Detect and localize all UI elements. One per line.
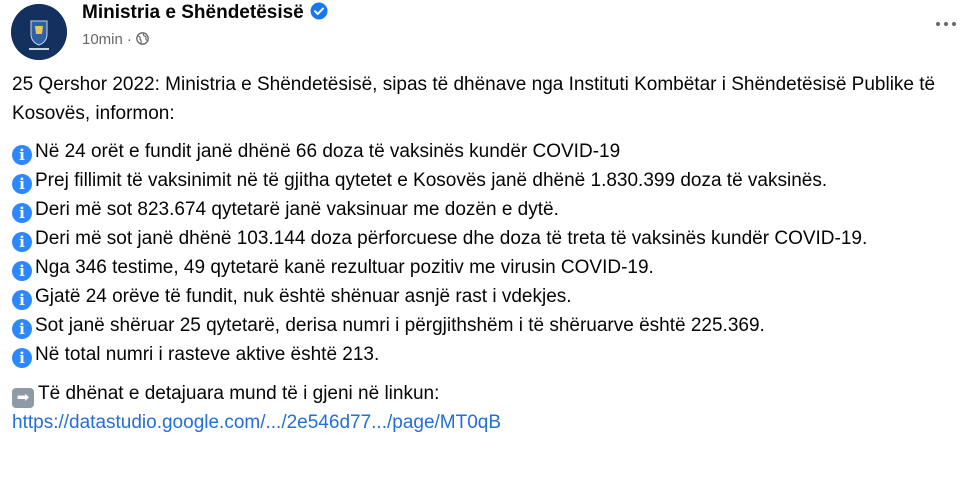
more-dot (936, 22, 940, 26)
meta-separator: · (126, 31, 132, 48)
list-item-text: Në total numri i rasteve aktive është 21… (35, 344, 380, 365)
list-item: i Sot janë shëruar 25 qytetarë, derisa nu… (12, 311, 972, 340)
list-item: i Në 24 orët e fundit janë dhënë 66 doza … (12, 137, 972, 166)
information-icon: i (12, 261, 32, 281)
list-item-text: Gjatë 24 orëve të fundit, nuk është shën… (35, 286, 572, 307)
information-icon: i (12, 203, 32, 223)
information-icon: i (12, 232, 32, 252)
information-icon: i (12, 145, 32, 165)
link-line: https://datastudio.google.com/.../2e546d… (12, 408, 972, 437)
list-item: i Deri më sot janë dhënë 103.144 doza për… (12, 224, 972, 253)
list-item: i Gjatë 24 orëve të fundit, nuk është shë… (12, 282, 972, 311)
post-body: 25 Qershor 2022: Ministria e Shëndetësis… (12, 70, 972, 437)
list-item-text: Deri më sot 823.674 qytetarë janë vaksin… (35, 199, 559, 220)
more-options-button[interactable] (928, 12, 964, 36)
list-item-text: Sot janë shëruar 25 qytetarë, derisa num… (35, 315, 765, 336)
page-name-text[interactable]: Ministria e Shëndetësisë (82, 2, 304, 23)
more-dot (944, 22, 948, 26)
information-icon: i (12, 290, 32, 310)
information-icon: i (12, 174, 32, 194)
list-item-text: Deri më sot janë dhënë 103.144 doza përf… (35, 228, 868, 249)
post-time[interactable]: 10min (82, 31, 123, 48)
post-meta: 10min · (82, 30, 149, 50)
list-item: i Prej fillimit të vaksinimit në të gjith… (12, 166, 972, 195)
datastudio-link[interactable]: https://datastudio.google.com/.../2e546d… (12, 412, 501, 433)
post-intro: 25 Qershor 2022: Ministria e Shëndetësis… (12, 74, 936, 124)
information-icon: i (12, 319, 32, 339)
globe-icon[interactable] (136, 32, 149, 45)
list-item-text: Në 24 orët e fundit janë dhënë 66 doza t… (35, 141, 621, 162)
list-item-text: Prej fillimit të vaksinimit në të gjitha… (35, 170, 828, 191)
ministry-logo-icon (11, 4, 67, 60)
list-item: i Në total numri i rasteve aktive është 2… (12, 340, 972, 369)
list-item: i Deri më sot 823.674 qytetarë janë vaksi… (12, 195, 972, 224)
verified-badge-icon (310, 2, 328, 20)
right-arrow-icon: ➡ (12, 388, 34, 408)
post-header: Ministria e Shëndetësisë 10min · (0, 0, 980, 64)
details-line: ➡ Të dhënat e detajuara mund të i gjeni n… (12, 379, 972, 408)
list-item-text: Nga 346 testime, 49 qytetarë kanë rezult… (35, 257, 654, 278)
more-dot (952, 22, 956, 26)
avatar[interactable] (11, 4, 67, 60)
details-text: Të dhënat e detajuara mund të i gjeni në… (38, 383, 440, 404)
information-icon: i (12, 348, 32, 368)
page-name[interactable]: Ministria e Shëndetësisë (82, 0, 328, 26)
list-item: i Nga 346 testime, 49 qytetarë kanë rezul… (12, 253, 972, 282)
